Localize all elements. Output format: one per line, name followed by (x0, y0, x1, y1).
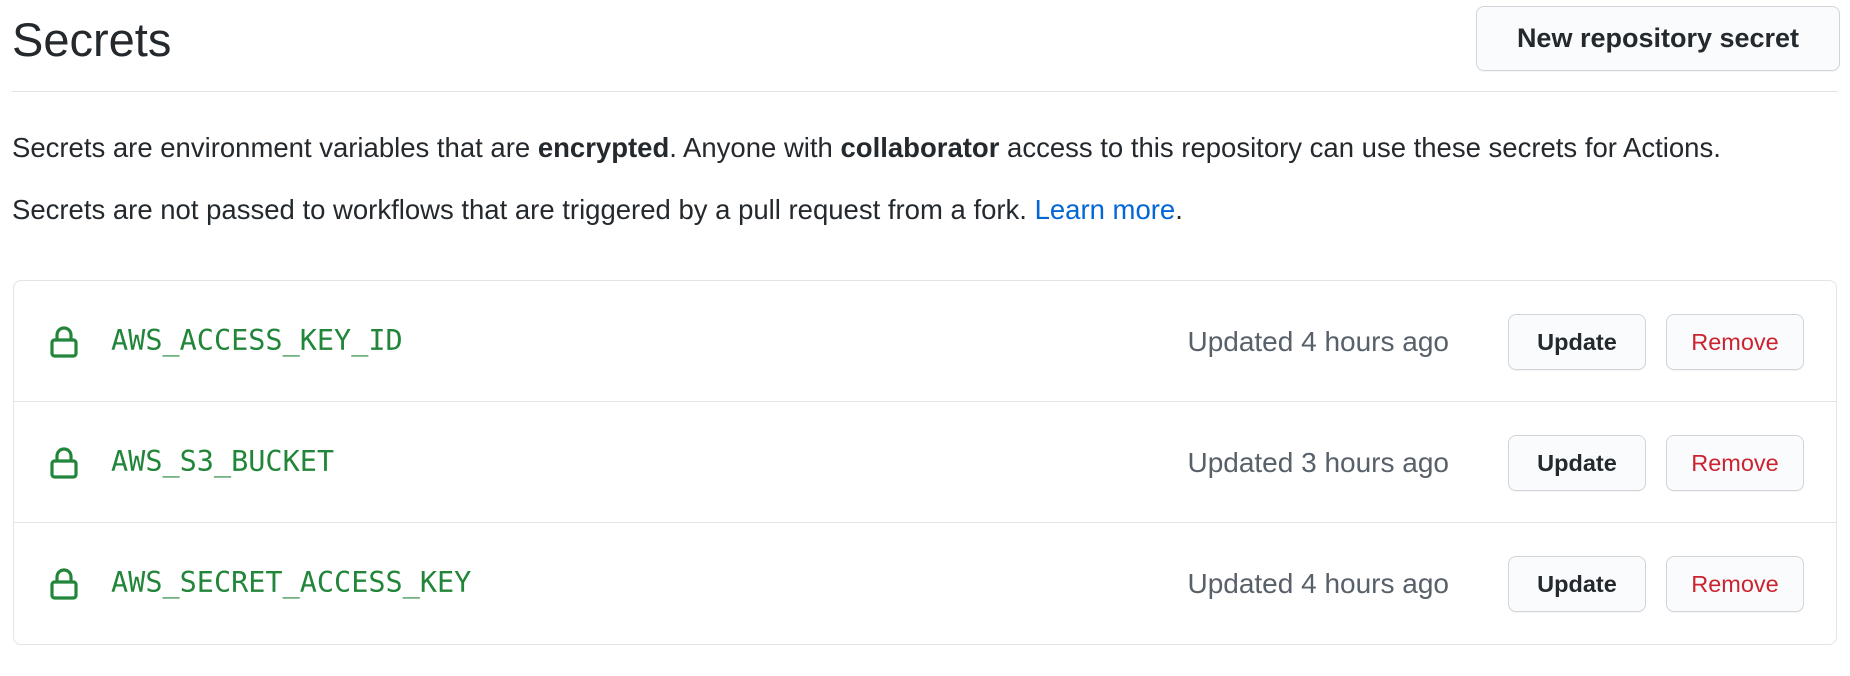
update-secret-button[interactable]: Update (1508, 556, 1646, 612)
secrets-list: AWS_ACCESS_KEY_ID Updated 4 hours ago Up… (13, 280, 1837, 645)
fork-notice-text: Secrets are not passed to workflows that… (12, 194, 1035, 225)
learn-more-link[interactable]: Learn more (1035, 194, 1176, 225)
description-emphasis-collaborator: collaborator (840, 132, 1000, 163)
secret-name: AWS_SECRET_ACCESS_KEY (111, 566, 472, 599)
page-title: Secrets (12, 13, 172, 66)
secret-updated-time: Updated 4 hours ago (1187, 568, 1449, 599)
page-header: Secrets New repository secret (12, 0, 1840, 92)
fork-notice-period: . (1175, 194, 1183, 225)
secrets-page: Secrets New repository secret Secrets ar… (12, 0, 1840, 645)
secret-row: AWS_S3_BUCKET Updated 3 hours ago Update… (14, 402, 1836, 523)
update-secret-button[interactable]: Update (1508, 314, 1646, 370)
fork-notice: Secrets are not passed to workflows that… (12, 192, 1183, 228)
secret-updated-time: Updated 4 hours ago (1187, 326, 1449, 357)
description-text: . Anyone with (669, 132, 841, 163)
remove-secret-button[interactable]: Remove (1666, 314, 1804, 370)
secret-row: AWS_SECRET_ACCESS_KEY Updated 4 hours ag… (14, 523, 1836, 644)
remove-secret-button[interactable]: Remove (1666, 556, 1804, 612)
update-secret-button[interactable]: Update (1508, 435, 1646, 491)
secret-name: AWS_ACCESS_KEY_ID (111, 324, 403, 357)
secret-row: AWS_ACCESS_KEY_ID Updated 4 hours ago Up… (14, 281, 1836, 402)
remove-secret-button[interactable]: Remove (1666, 435, 1804, 491)
lock-icon (50, 447, 78, 479)
description-text: Secrets are environment variables that a… (12, 132, 538, 163)
new-repository-secret-button[interactable]: New repository secret (1476, 6, 1840, 71)
description-text: access to this repository can use these … (999, 132, 1721, 163)
secret-name: AWS_S3_BUCKET (111, 445, 335, 478)
secret-updated-time: Updated 3 hours ago (1187, 447, 1449, 478)
lock-icon (50, 326, 78, 358)
secrets-description: Secrets are environment variables that a… (12, 130, 1721, 166)
lock-icon (50, 568, 78, 600)
description-emphasis-encrypted: encrypted (537, 132, 670, 163)
